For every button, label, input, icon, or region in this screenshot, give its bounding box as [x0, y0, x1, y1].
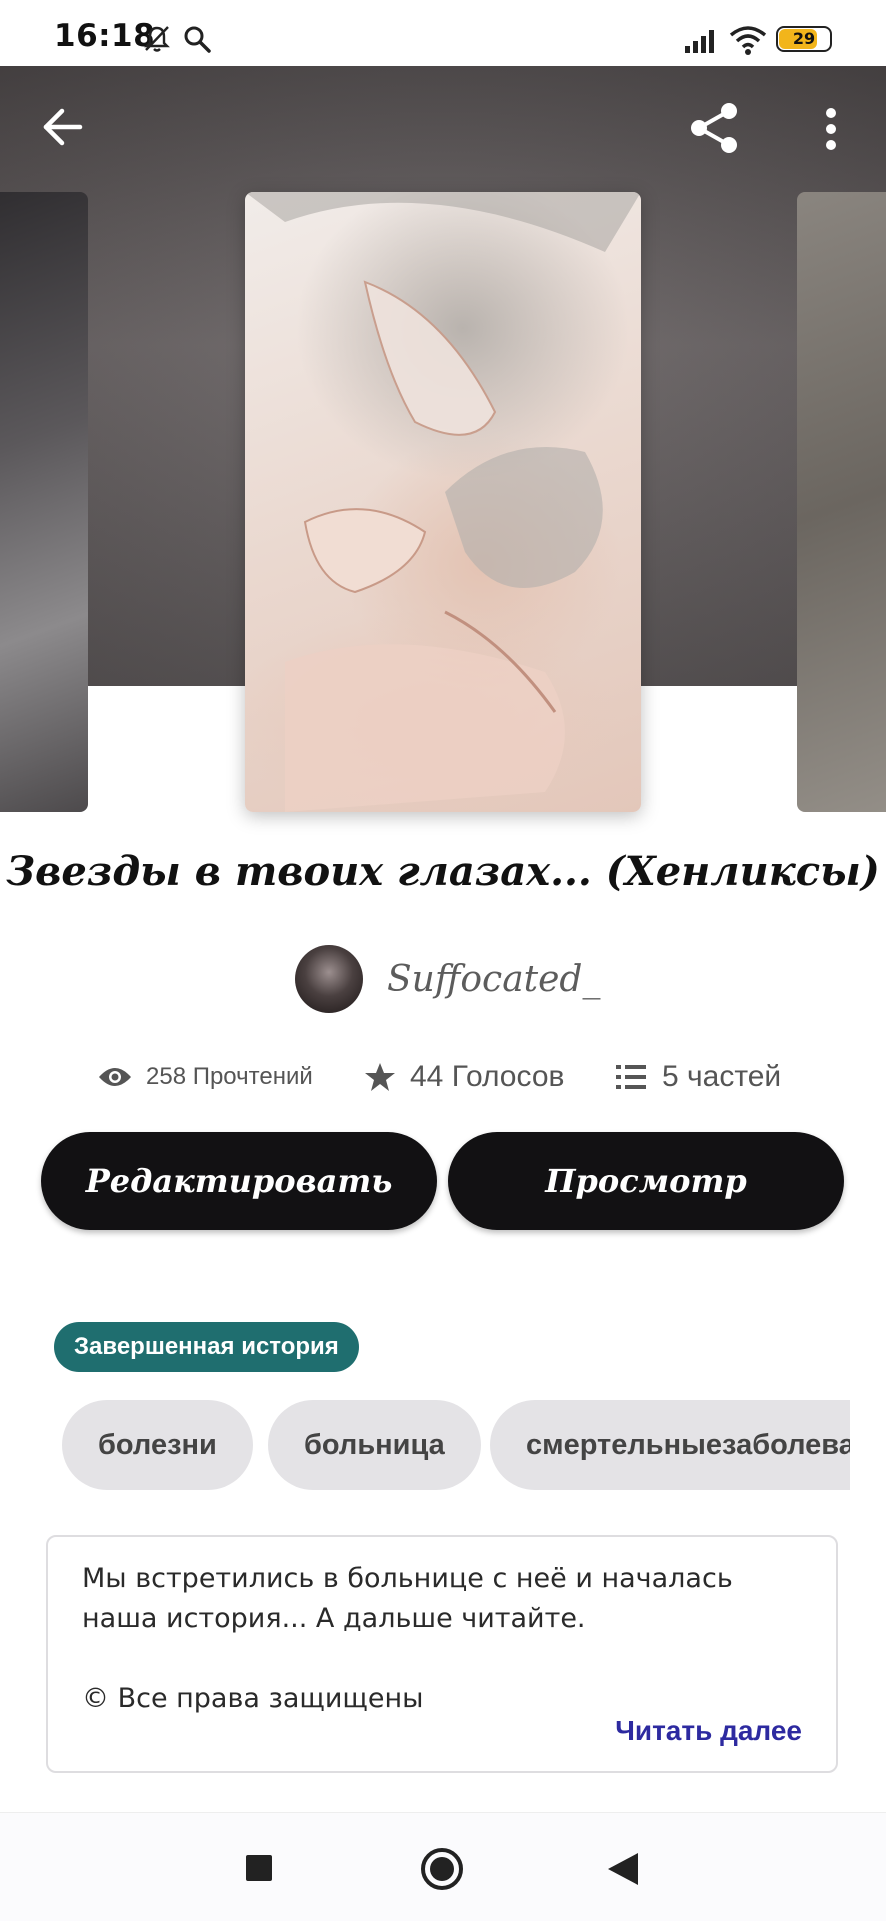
parts-stat[interactable]: 5 частей	[616, 1055, 781, 1099]
author-row[interactable]: Suffocated_	[295, 945, 600, 1013]
list-icon	[616, 1065, 646, 1089]
author-name[interactable]: Suffocated_	[387, 959, 600, 1000]
signal-icon	[685, 30, 714, 53]
more-vert-icon[interactable]	[822, 106, 840, 152]
description-text: Мы встретились в больнице с неё и начала…	[82, 1563, 733, 1714]
system-nav-bar	[0, 1812, 886, 1921]
read-more-link[interactable]: Читать далее	[615, 1715, 802, 1747]
edit-button[interactable]: Редактировать	[41, 1132, 437, 1230]
reads-count: 258 Прочтений	[146, 1063, 313, 1090]
avatar[interactable]	[295, 945, 363, 1013]
cover-prev[interactable]	[0, 192, 88, 812]
story-title: Звезды в твоих глазах... (Хенликсы)	[6, 848, 880, 895]
parts-count[interactable]: 5 частей	[662, 1060, 781, 1094]
tag-chip[interactable]: больница	[268, 1400, 481, 1490]
description-box: Мы встретились в больнице с неё и начала…	[46, 1535, 838, 1773]
search-icon	[184, 26, 211, 53]
mute-bell-icon	[144, 26, 170, 52]
back-triangle-icon[interactable]	[608, 1853, 638, 1885]
cover-illustration	[245, 192, 641, 812]
view-button[interactable]: Просмотр	[448, 1132, 844, 1230]
tag-chip[interactable]: болезни	[62, 1400, 253, 1490]
tag-list[interactable]: болезни больница смертельныезаболевания	[62, 1400, 850, 1492]
votes-count: 44 Голосов	[410, 1060, 565, 1093]
votes-stat: 44 Голосов	[364, 1055, 564, 1099]
tag-chip[interactable]: смертельныезаболевания	[490, 1400, 850, 1490]
battery-level: 29	[792, 29, 816, 48]
back-arrow-icon[interactable]	[40, 104, 86, 150]
wifi-icon	[729, 26, 767, 55]
battery-icon: 29	[776, 26, 832, 52]
status-badge: Завершенная история	[54, 1322, 359, 1372]
reads-stat: 258 Прочтений	[98, 1055, 313, 1099]
home-circle-icon[interactable]	[420, 1847, 464, 1891]
star-icon	[365, 1063, 395, 1091]
eye-icon	[99, 1068, 131, 1086]
cover-main[interactable]	[245, 192, 641, 812]
status-time: 16:18	[54, 18, 156, 54]
cover-next[interactable]	[797, 192, 886, 812]
share-icon[interactable]	[686, 100, 742, 156]
recents-square-icon[interactable]	[246, 1855, 272, 1881]
status-bar: 16:18 29	[0, 0, 886, 66]
